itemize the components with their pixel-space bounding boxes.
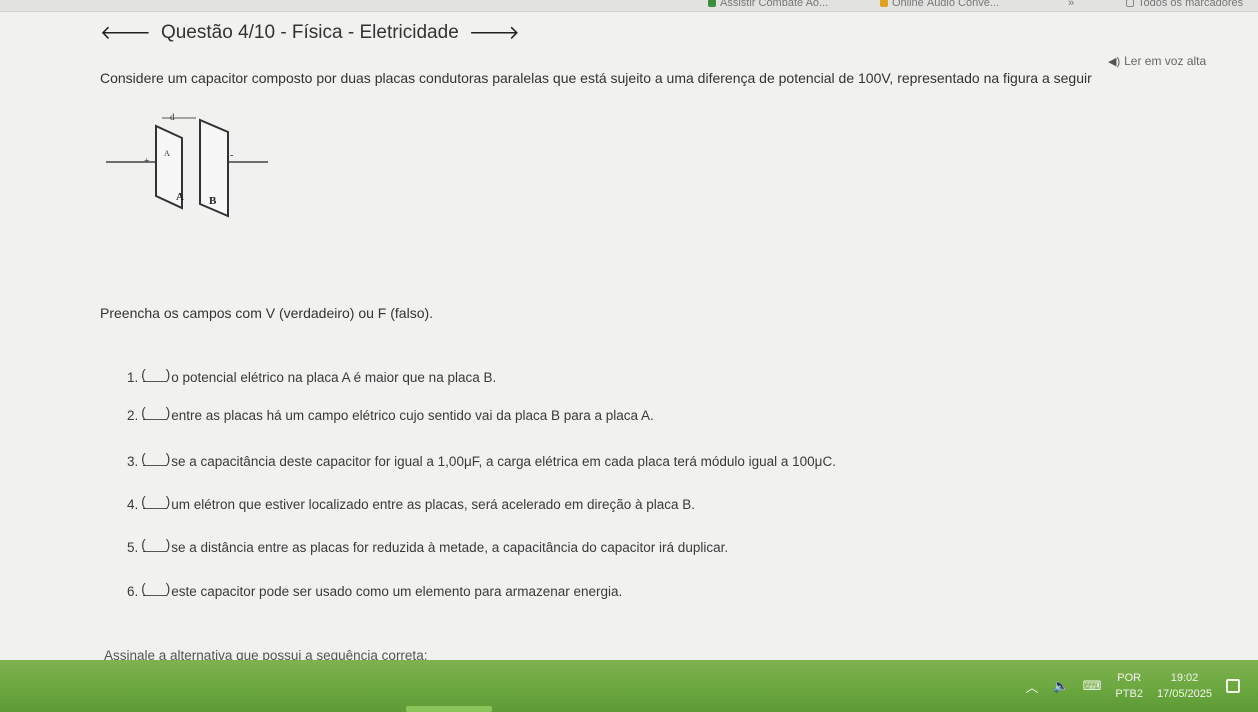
notification-icon[interactable]: [1226, 679, 1240, 693]
statement-item: 6. () este capacitor pode ser usado como…: [127, 581, 623, 599]
arrow-right-icon[interactable]: 🡒: [469, 24, 520, 43]
answer-blank[interactable]: (): [141, 494, 170, 509]
statement-text: um elétron que estiver localizado entre …: [171, 497, 696, 512]
read-aloud-label: Ler em voz alta: [1124, 54, 1207, 68]
statement-text: este capacitor pode ser usado como um el…: [171, 584, 623, 599]
answer-blank[interactable]: (): [141, 367, 170, 382]
statement-number: 2.: [127, 408, 139, 423]
question-page: 🡐 Questão 4/10 - Física - Eletricidade 🡒…: [0, 12, 1258, 663]
minus-label: -: [230, 150, 233, 161]
taskbar: ︿ 🔈 ⌨ POR PTB2 19:02 17/05/2025: [0, 660, 1258, 712]
taskbar-app-indicator[interactable]: [406, 706, 466, 712]
taskbar-app-indicator[interactable]: [462, 706, 492, 712]
bookmark-audio-converter[interactable]: Online Áudio Conve...: [880, 0, 999, 9]
plus-label: +: [144, 156, 150, 167]
bookmark-favicon: [708, 0, 716, 8]
read-aloud-button[interactable]: ◀) Ler em voz alta: [1108, 54, 1206, 68]
answer-blank[interactable]: (): [141, 451, 170, 466]
statement-item: 5. () se a distância entre as placas for…: [127, 537, 729, 555]
statement-number: 5.: [127, 540, 139, 555]
statement-item: 4. () um elétron que estiver localizado …: [127, 494, 696, 512]
language-indicator[interactable]: POR PTB2: [1115, 670, 1143, 702]
instructions: Preencha os campos com V (verdadeiro) ou…: [100, 305, 434, 321]
answer-blank[interactable]: (): [141, 581, 170, 596]
field-label: A: [164, 149, 170, 158]
statement-item: 3. () se a capacitância deste capacitor …: [127, 451, 836, 469]
statement-item: 2. () entre as placas há um campo elétri…: [127, 405, 654, 423]
statement-item: 1. () o potencial elétrico na placa A é …: [127, 367, 497, 385]
system-tray: ︿ 🔈 ⌨ POR PTB2 19:02 17/05/2025: [1025, 660, 1258, 712]
bookmark-favicon: [880, 0, 888, 8]
statement-text: o potencial elétrico na placa A é maior …: [171, 370, 497, 385]
statement-text: se a capacitância deste capacitor for ig…: [171, 454, 836, 469]
volume-icon[interactable]: 🔈: [1052, 678, 1068, 694]
statement-number: 4.: [127, 497, 139, 512]
statement-text: entre as placas há um campo elétrico cuj…: [171, 408, 654, 423]
statement-text: se a distância entre as placas for reduz…: [171, 540, 729, 555]
statement-number: 6.: [127, 584, 139, 599]
chevron-up-icon[interactable]: ︿: [1025, 677, 1038, 696]
bookmarks-overflow-button[interactable]: »: [1068, 0, 1074, 9]
bookmark-combate[interactable]: Assistir Combate Ao...: [708, 0, 828, 9]
question-header: 🡐 Questão 4/10 - Física - Eletricidade 🡒: [100, 20, 520, 46]
plate-a-label: A: [176, 191, 184, 203]
plate-b-label: B: [209, 195, 217, 207]
answer-blank[interactable]: (): [141, 537, 170, 552]
speaker-icon: ◀): [1108, 55, 1121, 68]
distance-label: d: [170, 112, 175, 122]
clock[interactable]: 19:02 17/05/2025: [1157, 670, 1212, 702]
statement-number: 1.: [127, 370, 139, 385]
arrow-left-icon[interactable]: 🡐: [100, 24, 151, 43]
answer-blank[interactable]: (): [141, 405, 170, 420]
bookmarks-bar: Assistir Combate Ao... Online Áudio Conv…: [0, 0, 1258, 12]
all-bookmarks-button[interactable]: Todos os marcadores: [1126, 0, 1243, 9]
statement-number: 3.: [127, 454, 139, 469]
keyboard-icon[interactable]: ⌨: [1083, 678, 1102, 694]
folder-icon: [1126, 0, 1134, 8]
capacitor-figure: d + - A A B: [106, 112, 268, 218]
page-title: Questão 4/10 - Física - Eletricidade: [160, 22, 459, 43]
question-prompt: Considere um capacitor composto por duas…: [100, 70, 1092, 86]
